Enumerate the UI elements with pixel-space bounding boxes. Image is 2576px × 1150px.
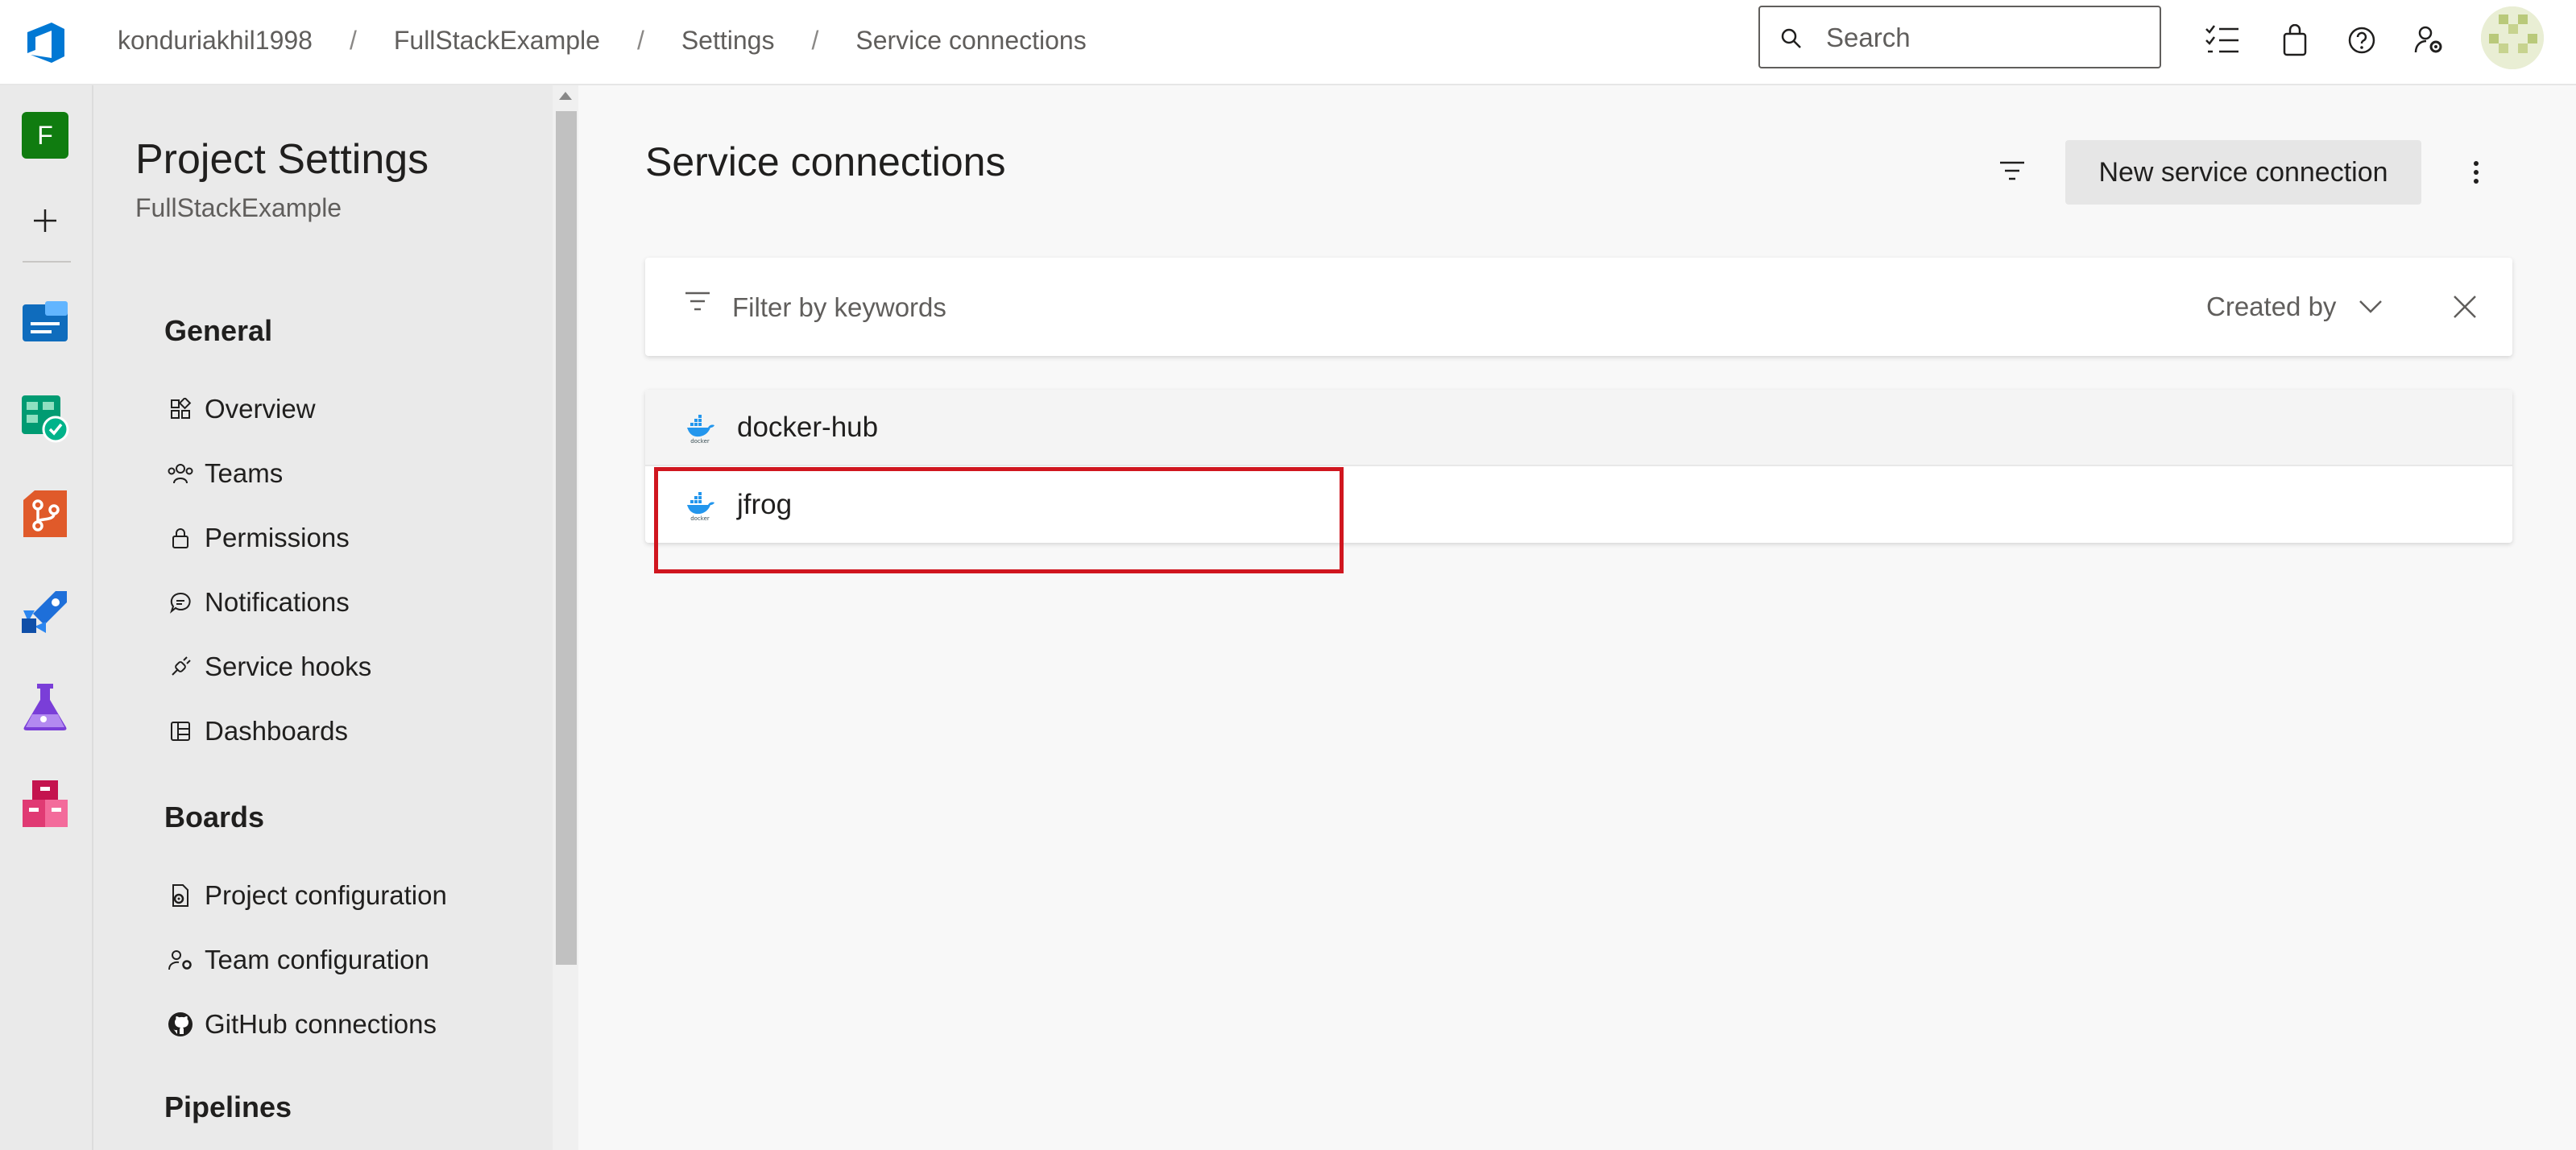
docker-icon: docker	[687, 491, 714, 521]
settings-title: Project Settings	[135, 136, 429, 183]
scroll-up-arrow-icon[interactable]	[559, 92, 572, 100]
docker-icon: docker	[687, 414, 714, 444]
left-rail: F	[0, 85, 93, 1150]
new-service-connection-button[interactable]: New service connection	[2065, 140, 2421, 205]
nav-item-label: Project configuration	[205, 880, 447, 910]
more-options-icon[interactable]	[2460, 151, 2492, 193]
settings-project-name: FullStackExample	[135, 193, 342, 222]
nav-item-teams[interactable]: Teams	[164, 448, 535, 499]
repos-icon[interactable]	[19, 488, 71, 540]
boards-icon[interactable]	[19, 393, 71, 445]
filter-bar: Created by	[645, 258, 2512, 356]
search-icon	[1781, 28, 1801, 48]
pipelines-icon[interactable]	[19, 585, 71, 636]
search-input[interactable]	[1824, 19, 2134, 57]
nav-item-label: Overview	[205, 394, 316, 424]
chevron-down-icon	[2359, 300, 2383, 313]
filter-toggle-icon[interactable]	[1990, 148, 2035, 193]
nav-item-label: GitHub connections	[205, 1009, 437, 1039]
nav-item-label: Service hooks	[205, 652, 372, 681]
filter-keywords-input[interactable]	[731, 287, 1459, 329]
project-switcher[interactable]: F	[19, 110, 71, 161]
nav-group-general: General	[164, 314, 273, 347]
plug-icon	[164, 651, 197, 683]
user-settings-icon[interactable]	[2407, 18, 2452, 63]
nav-item-dashboards[interactable]: Dashboards	[164, 705, 535, 757]
project-settings-nav: Project Settings FullStackExample Genera…	[93, 85, 578, 1150]
breadcrumb-service-connections[interactable]: Service connections	[855, 26, 1086, 56]
close-icon[interactable]	[2448, 290, 2482, 324]
nav-item-team-configuration[interactable]: Team configuration	[164, 934, 535, 986]
breadcrumb-separator: /	[636, 25, 644, 55]
created-by-label: Created by	[2206, 292, 2337, 321]
document-settings-icon	[164, 879, 197, 912]
chat-bubble-icon	[164, 586, 197, 618]
overview-icon[interactable]	[19, 296, 71, 348]
service-connection-name: jfrog	[737, 488, 793, 520]
artifacts-icon[interactable]	[19, 778, 71, 829]
breadcrumb-org[interactable]: konduriakhil1998	[118, 26, 313, 56]
test-plans-icon[interactable]	[19, 681, 71, 733]
shopping-bag-icon[interactable]	[2272, 18, 2317, 63]
teams-icon	[164, 457, 197, 490]
avatar[interactable]	[2481, 6, 2544, 69]
nav-item-project-configuration[interactable]: Project configuration	[164, 870, 535, 921]
list-item[interactable]: docker jfrog	[645, 466, 2512, 543]
page-title: Service connections	[645, 139, 1006, 184]
breadcrumb-separator: /	[349, 25, 357, 55]
nav-group-pipelines: Pipelines	[164, 1090, 292, 1123]
nav-item-github-connections[interactable]: GitHub connections	[164, 999, 535, 1050]
github-icon	[164, 1008, 197, 1040]
breadcrumb: konduriakhil1998 / FullStackExample / Se…	[118, 0, 1087, 81]
filter-icon	[685, 292, 710, 311]
overview-nav-icon	[164, 393, 197, 425]
nav-item-label: Permissions	[205, 523, 350, 552]
list-item[interactable]: docker docker-hub	[645, 390, 2512, 466]
created-by-dropdown[interactable]: Created by	[2206, 287, 2383, 327]
scrollbar-thumb[interactable]	[556, 111, 577, 965]
service-connection-list: docker docker-hub docker jfrog	[645, 390, 2512, 543]
help-icon[interactable]	[2339, 18, 2384, 63]
project-badge: F	[22, 112, 68, 159]
nav-item-service-hooks[interactable]: Service hooks	[164, 641, 535, 693]
nav-item-permissions[interactable]: Permissions	[164, 512, 535, 564]
task-list-icon[interactable]	[2200, 18, 2245, 63]
nav-item-label: Notifications	[205, 587, 350, 617]
dashboard-icon	[164, 715, 197, 747]
nav-item-overview[interactable]: Overview	[164, 383, 535, 435]
nav-group-boards: Boards	[164, 800, 265, 834]
breadcrumb-settings[interactable]: Settings	[681, 26, 775, 56]
lock-icon	[164, 522, 197, 554]
rail-divider	[23, 261, 71, 263]
main-content: Service connections New service connecti…	[578, 85, 2576, 1150]
nav-item-label: Teams	[205, 458, 284, 488]
top-bar: konduriakhil1998 / FullStackExample / Se…	[0, 0, 2576, 85]
nav-item-label: Team configuration	[205, 945, 429, 974]
breadcrumb-separator: /	[811, 25, 819, 55]
svg-text:docker: docker	[690, 438, 710, 444]
breadcrumb-project[interactable]: FullStackExample	[394, 26, 600, 56]
azure-devops-logo-icon[interactable]	[24, 19, 71, 66]
nav-item-label: Dashboards	[205, 716, 348, 746]
service-connection-name: docker-hub	[737, 411, 879, 443]
team-settings-icon	[164, 944, 197, 976]
add-icon[interactable]	[19, 195, 71, 246]
search-box[interactable]	[1758, 6, 2161, 68]
settings-nav-scrollbar[interactable]	[553, 85, 578, 1150]
svg-text:docker: docker	[690, 515, 710, 521]
nav-item-notifications[interactable]: Notifications	[164, 577, 535, 628]
